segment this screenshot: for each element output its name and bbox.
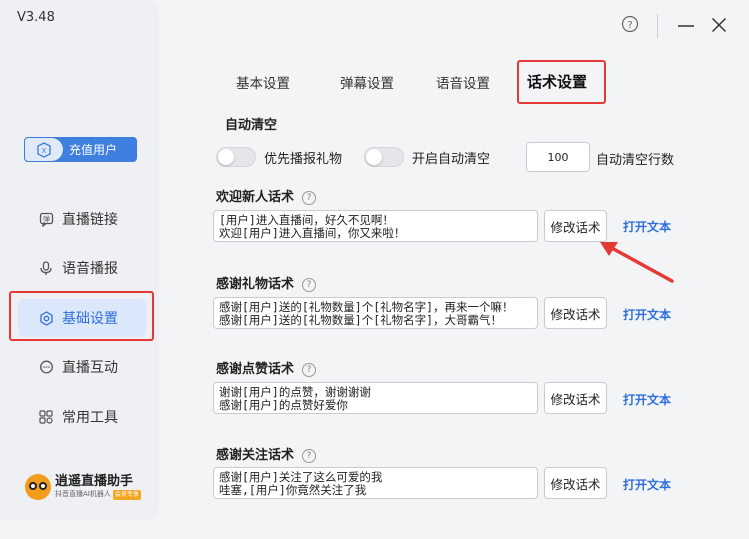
tab-voice[interactable]: 语音设置	[436, 72, 490, 92]
auto-clear-label: 开启自动清空	[412, 152, 491, 167]
section-title-text: 感谢关注话术	[216, 448, 295, 463]
gift-script-text[interactable]: 感谢[用户]送的[礼物数量]个[礼物名字]，再来一个嘛！ 感谢[用户]送的[礼物…	[213, 297, 538, 329]
gift-priority-toggle[interactable]	[216, 147, 256, 167]
follow-script-text[interactable]: 感谢[用户]关注了这么可爱的我 哇塞,[用户]你竟然关注了我	[213, 467, 538, 499]
chat-bubble-icon: 弹	[38, 211, 54, 227]
section-title-text: 感谢点赞话术	[216, 362, 295, 377]
section-title-text: 感谢礼物话术	[216, 277, 295, 292]
sidebar-item-label: 直播链接	[62, 212, 118, 228]
auto-clear-title: 自动清空	[225, 118, 278, 133]
window-controls-divider	[657, 14, 658, 38]
close-icon	[711, 17, 727, 33]
open-like-text-link[interactable]: 打开文本	[623, 391, 671, 408]
follow-script-title: 感谢关注话术?	[216, 444, 317, 463]
sidebar-item-tools[interactable]: 常用工具	[18, 398, 146, 436]
clear-count-label: 自动清空行数	[596, 153, 675, 168]
auto-clear-toggle[interactable]	[364, 147, 404, 167]
svg-text:弹: 弹	[43, 214, 50, 223]
microphone-icon	[38, 260, 54, 276]
apps-icon	[38, 409, 54, 425]
minimize-icon	[678, 25, 694, 27]
like-script-text[interactable]: 谢谢[用户]的点赞，谢谢谢谢 感谢[用户]的点赞好爱你	[213, 382, 538, 414]
welcome-script-title: 欢迎新人话术?	[216, 186, 317, 205]
edit-like-script-button[interactable]: 修改话术	[544, 382, 607, 414]
app-logo: 逍遥直播助手 抖音直播AI机器人 会员专享	[25, 474, 141, 500]
chat-icon	[38, 359, 54, 375]
edit-follow-script-button[interactable]: 修改话术	[544, 467, 607, 499]
help-button[interactable]: ?	[621, 15, 639, 37]
sidebar-item-label: 直播互动	[62, 360, 118, 376]
help-icon[interactable]: ?	[302, 363, 317, 377]
sidebar-item-label: 常用工具	[62, 410, 118, 426]
vip-user-button[interactable]: X 充值用户	[24, 137, 137, 162]
sidebar-item-voice[interactable]: 语音播报	[18, 249, 146, 287]
logo-tag: 会员专享	[112, 490, 141, 500]
clear-count-input[interactable]	[526, 142, 590, 172]
help-icon[interactable]: ?	[302, 278, 317, 292]
minimize-button[interactable]	[677, 17, 695, 37]
help-icon: ?	[621, 15, 639, 33]
open-follow-text-link[interactable]: 打开文本	[623, 476, 671, 493]
svg-text:?: ?	[627, 20, 632, 31]
section-title-text: 欢迎新人话术	[216, 190, 295, 205]
help-icon[interactable]: ?	[302, 191, 317, 205]
logo-name: 逍遥直播助手	[55, 474, 134, 489]
sidebar-item-label: 语音播报	[62, 261, 118, 277]
tab-danmaku[interactable]: 弹幕设置	[340, 72, 394, 92]
owl-logo-icon	[25, 474, 51, 500]
gift-priority-label: 优先播报礼物	[264, 152, 343, 167]
annotation-arrow-icon	[600, 242, 674, 283]
nav-highlight-box	[9, 291, 154, 341]
app-version: V3.48	[17, 10, 55, 25]
sidebar: V3.48 X 充值用户 弹 直播链接 语音播报 基础设置 直播互动 常用工具 …	[0, 0, 159, 520]
sidebar-item-interaction[interactable]: 直播互动	[18, 348, 146, 386]
gift-script-title: 感谢礼物话术?	[216, 273, 317, 292]
logo-sub: 抖音直播AI机器人	[55, 490, 111, 498]
close-button[interactable]	[711, 17, 727, 37]
vip-shield-icon: X	[25, 138, 63, 161]
open-welcome-text-link[interactable]: 打开文本	[623, 218, 671, 235]
tab-basic[interactable]: 基本设置	[236, 72, 290, 92]
tab-highlight-box	[517, 60, 606, 104]
edit-gift-script-button[interactable]: 修改话术	[544, 297, 607, 329]
open-gift-text-link[interactable]: 打开文本	[623, 306, 671, 323]
help-icon[interactable]: ?	[302, 449, 317, 463]
welcome-script-text[interactable]: [用户]进入直播间，好久不见啊！ 欢迎[用户]进入直播间，你又来啦！	[213, 210, 538, 242]
vip-label: 充值用户	[69, 143, 118, 157]
sidebar-item-live-link[interactable]: 弹 直播链接	[18, 200, 146, 238]
svg-text:X: X	[42, 147, 47, 155]
like-script-title: 感谢点赞话术?	[216, 358, 317, 377]
